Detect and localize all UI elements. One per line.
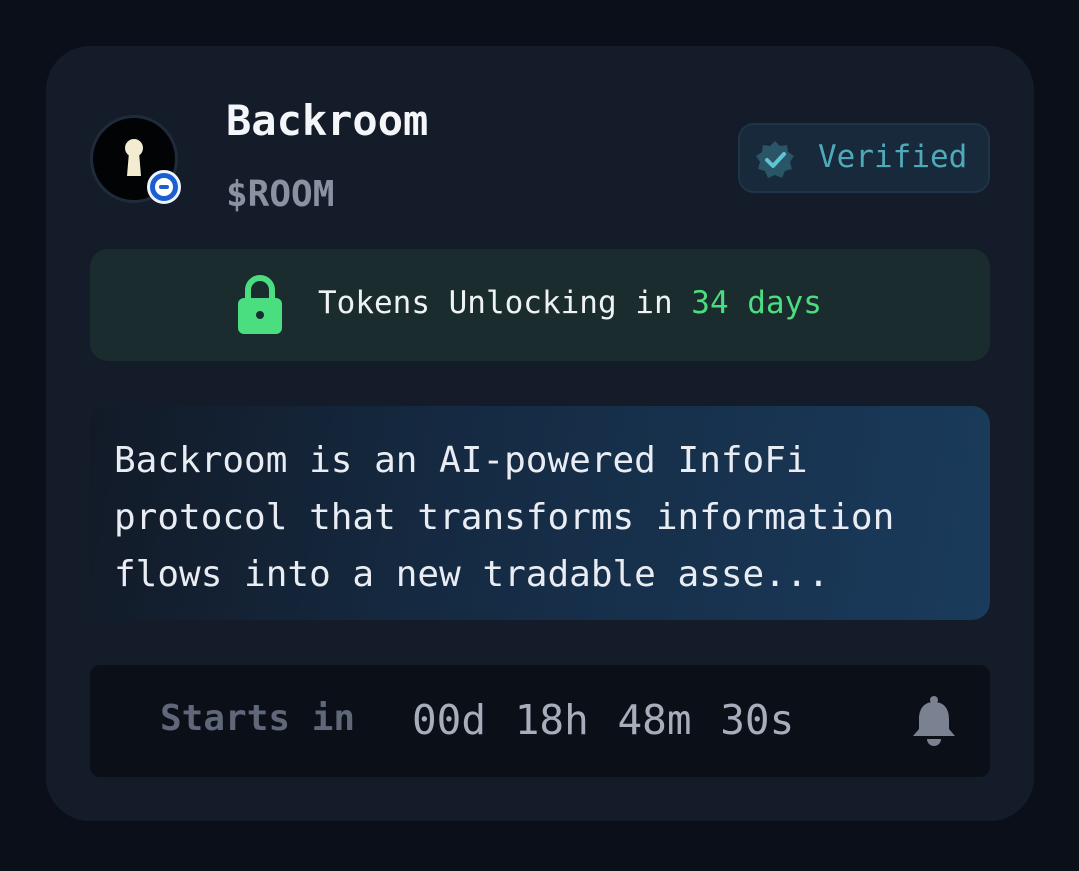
unlock-banner: Tokens Unlocking in 34 days [90,249,990,361]
chain-badge-icon [147,170,181,204]
countdown-bar: Starts in 00d 18h 48m 30s [90,665,990,777]
verified-badge: Verified [738,123,990,193]
project-card[interactable]: Backroom $ROOM Verified Tokens Unlocking… [46,46,1034,821]
unlock-prefix: Tokens Unlocking in [318,285,692,321]
verified-label: Verified [818,139,968,175]
description-text: Backroom is an AI-powered InfoFi protoco… [114,440,895,595]
bell-icon[interactable] [910,695,958,747]
verified-check-icon [756,141,794,178]
countdown-value: 00d 18h 48m 30s [412,696,795,744]
unlock-days: 34 days [691,285,822,321]
project-name: Backroom [226,96,429,145]
lock-icon [238,275,282,334]
unlock-text: Tokens Unlocking in 34 days [318,285,822,321]
starts-in-label: Starts in [160,698,356,739]
project-description[interactable]: Backroom is an AI-powered InfoFi protoco… [90,406,990,620]
project-ticker: $ROOM [226,174,335,215]
keyhole-icon [125,139,143,176]
